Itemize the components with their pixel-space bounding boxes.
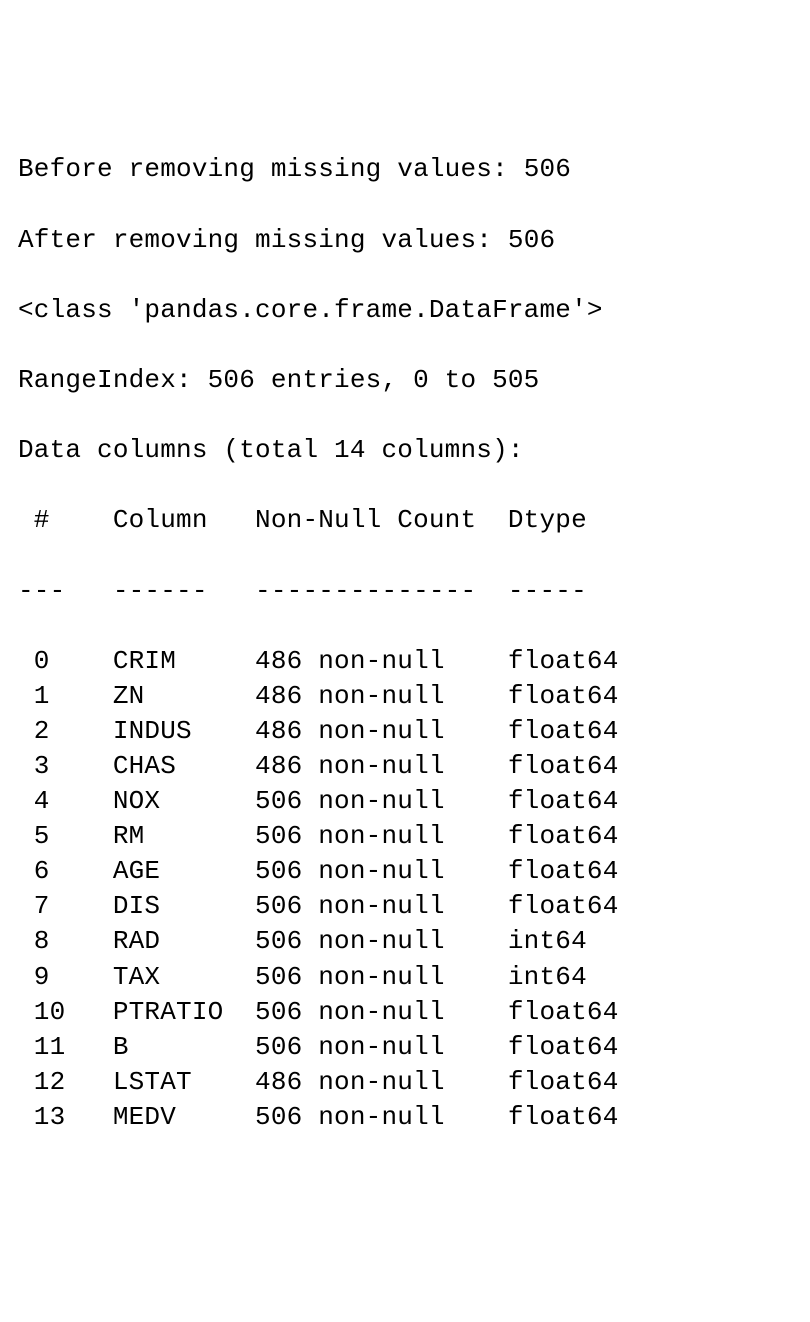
- table-row: 6 AGE 506 non-null float64: [18, 854, 792, 889]
- table-row: 10 PTRATIO 506 non-null float64: [18, 995, 792, 1030]
- rangeindex-line: RangeIndex: 506 entries, 0 to 505: [18, 363, 792, 398]
- columns-summary-line: Data columns (total 14 columns):: [18, 433, 792, 468]
- table-row: 3 CHAS 486 non-null float64: [18, 749, 792, 784]
- table-row: 13 MEDV 506 non-null float64: [18, 1100, 792, 1135]
- table-row: 2 INDUS 486 non-null float64: [18, 714, 792, 749]
- after-missing-line: After removing missing values: 506: [18, 223, 792, 258]
- table-row: 8 RAD 506 non-null int64: [18, 924, 792, 959]
- after-missing-count: 506: [508, 225, 555, 255]
- class-line: <class 'pandas.core.frame.DataFrame'>: [18, 293, 792, 328]
- before-missing-count: 506: [524, 154, 571, 184]
- before-missing-label: Before removing missing values:: [18, 154, 508, 184]
- table-row: 1 ZN 486 non-null float64: [18, 679, 792, 714]
- table-row: 5 RM 506 non-null float64: [18, 819, 792, 854]
- table-rows: 0 CRIM 486 non-null float64 1 ZN 486 non…: [18, 644, 792, 1135]
- table-row: 11 B 506 non-null float64: [18, 1030, 792, 1065]
- table-row: 12 LSTAT 486 non-null float64: [18, 1065, 792, 1100]
- table-row: 0 CRIM 486 non-null float64: [18, 644, 792, 679]
- after-missing-label: After removing missing values:: [18, 225, 492, 255]
- table-header: # Column Non-Null Count Dtype: [18, 503, 792, 538]
- table-row: 4 NOX 506 non-null float64: [18, 784, 792, 819]
- before-missing-line: Before removing missing values: 506: [18, 152, 792, 187]
- table-row: 9 TAX 506 non-null int64: [18, 960, 792, 995]
- table-header-rule: --- ------ -------------- -----: [18, 574, 792, 609]
- table-row: 7 DIS 506 non-null float64: [18, 889, 792, 924]
